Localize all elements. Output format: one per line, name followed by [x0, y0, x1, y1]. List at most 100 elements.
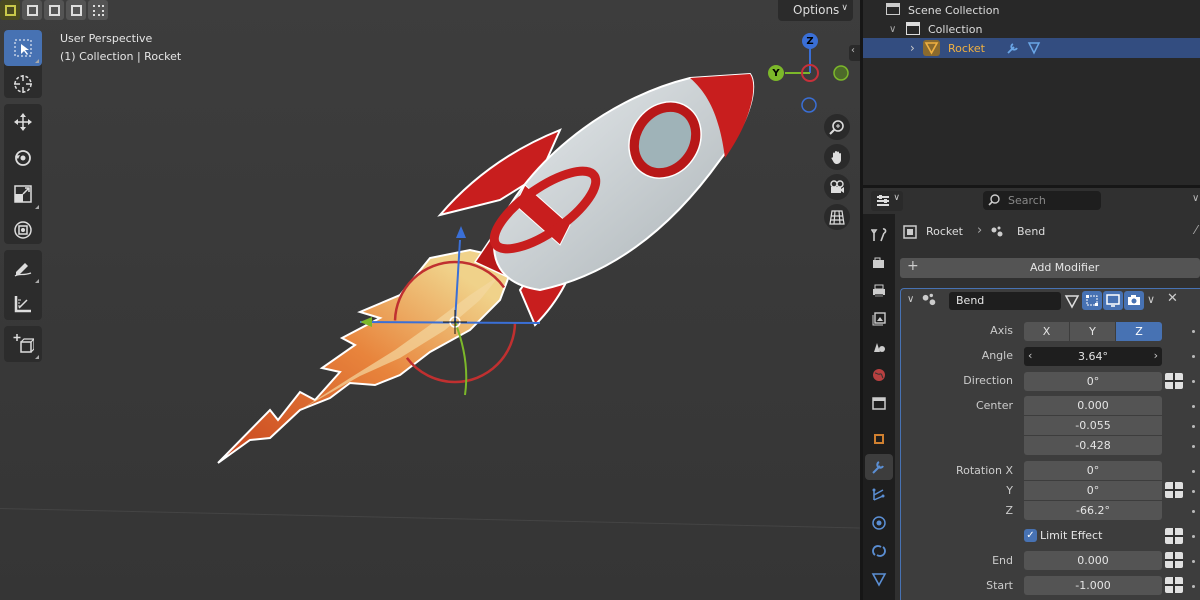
limit-effect-checkbox[interactable]: ✓ — [1024, 529, 1037, 542]
collapse-chevron-down-icon[interactable]: ∨ — [907, 294, 914, 305]
animate-dot[interactable] — [1192, 510, 1195, 513]
annotate-tool[interactable] — [4, 250, 42, 286]
measure-tool[interactable] — [4, 286, 42, 322]
mode-difference-icon[interactable] — [66, 0, 86, 20]
keyframe-toggle-icon[interactable] — [1165, 552, 1183, 568]
outliner-scene-collection-row[interactable]: Scene Collection — [863, 0, 1200, 20]
increment-chevron-right-icon[interactable]: › — [1154, 349, 1158, 362]
tab-physics[interactable] — [865, 510, 893, 536]
transform-tool[interactable] — [4, 212, 42, 248]
animate-dot[interactable] — [1192, 560, 1195, 563]
select-box-tool[interactable] — [4, 30, 42, 66]
animate-dot[interactable] — [1192, 470, 1195, 473]
modifier-bend-icon — [991, 226, 1003, 237]
mesh-data-icon[interactable] — [1027, 41, 1041, 55]
3d-viewport[interactable]: Options ∨ User Perspective (1) Collection… — [0, 0, 860, 600]
modifier-menu-chevron-icon[interactable]: ∨ — [1147, 293, 1155, 306]
search-input[interactable]: Search — [983, 191, 1101, 210]
options-dropdown[interactable]: Options ∨ — [778, 0, 853, 21]
rotation-z-field[interactable]: -66.2° — [1024, 501, 1162, 520]
scene-icon — [874, 343, 885, 352]
keyframe-toggle-icon[interactable] — [1165, 482, 1183, 498]
tab-data[interactable] — [865, 566, 893, 592]
cursor-tool[interactable] — [4, 66, 42, 102]
render-toggle[interactable] — [1124, 291, 1144, 310]
center-label: Center — [975, 399, 1013, 412]
gizmo-z-axis[interactable]: Z — [802, 33, 818, 49]
animate-dot[interactable] — [1192, 490, 1195, 493]
add-modifier-button[interactable]: + Add Modifier — [900, 258, 1200, 278]
pin-icon[interactable]: ⁄ — [1195, 223, 1197, 237]
rocket-object[interactable] — [200, 60, 780, 480]
decrement-chevron-left-icon[interactable]: ‹ — [1028, 349, 1032, 362]
keyframe-toggle-icon[interactable] — [1165, 528, 1183, 544]
animate-dot[interactable] — [1192, 330, 1195, 333]
tab-world[interactable] — [865, 362, 893, 388]
expand-chevron-down-icon[interactable]: ∨ — [889, 24, 896, 35]
tab-object[interactable] — [865, 426, 893, 452]
start-field[interactable]: -1.000 — [1024, 576, 1162, 595]
tab-collection[interactable] — [865, 390, 893, 416]
tab-particles[interactable] — [865, 482, 893, 508]
axis-z-button[interactable]: Z — [1116, 322, 1162, 341]
direction-field[interactable]: 0° — [1024, 372, 1162, 391]
animate-dot[interactable] — [1192, 405, 1195, 408]
flame-trail — [217, 248, 517, 464]
center-x-field[interactable]: 0.000 — [1024, 396, 1162, 415]
edit-cage-toggle-icon[interactable] — [1063, 292, 1081, 310]
keyframe-toggle-icon[interactable] — [1165, 373, 1183, 389]
camera-view-button[interactable] — [824, 174, 850, 200]
pan-button[interactable] — [824, 144, 850, 170]
axis-x-button[interactable]: X — [1024, 322, 1069, 341]
angle-field[interactable]: ‹ 3.64° › — [1024, 347, 1162, 366]
mode-intersect-icon[interactable] — [88, 0, 108, 20]
center-y-field[interactable]: -0.055 — [1024, 416, 1162, 435]
modifier-name-input[interactable]: Bend — [949, 292, 1061, 310]
pin-chevron-icon[interactable]: ∨ — [1192, 193, 1199, 204]
remove-modifier-close-icon[interactable]: ✕ — [1167, 291, 1178, 306]
tab-modifiers[interactable] — [865, 454, 893, 480]
rotation-x-field[interactable]: 0° — [1024, 461, 1162, 480]
tab-tool[interactable] — [865, 222, 893, 248]
add-cube-icon — [13, 334, 34, 353]
sidebar-toggle-chevron-icon[interactable]: ‹ — [849, 45, 860, 61]
end-field[interactable]: 0.000 — [1024, 551, 1162, 570]
end-label: End — [992, 554, 1013, 567]
tab-render[interactable] — [865, 250, 893, 276]
tab-scene[interactable] — [865, 334, 893, 360]
wrench-modifier-icon[interactable] — [1006, 41, 1020, 55]
tab-output[interactable] — [865, 278, 893, 304]
rotate-icon — [15, 150, 31, 166]
center-z-field[interactable]: -0.428 — [1024, 436, 1162, 455]
animate-dot[interactable] — [1192, 585, 1195, 588]
mesh-object-icon — [923, 40, 940, 56]
outliner-collection-row[interactable]: ∨ Collection — [863, 19, 1200, 39]
axis-y-button[interactable]: Y — [1070, 322, 1115, 341]
zoom-button[interactable] — [824, 114, 850, 140]
tab-constraints[interactable] — [865, 538, 893, 564]
editor-type-dropdown[interactable]: ∨ — [871, 191, 903, 211]
edit-mode-toggle[interactable] — [1082, 291, 1102, 310]
mode-extend-icon[interactable] — [22, 0, 42, 20]
animate-dot[interactable] — [1192, 535, 1195, 538]
add-cube-tool[interactable] — [4, 326, 42, 362]
animate-dot[interactable] — [1192, 355, 1195, 358]
mode-new-icon[interactable] — [0, 0, 20, 20]
particles-icon — [872, 488, 885, 501]
animate-dot[interactable] — [1192, 380, 1195, 383]
realtime-toggle[interactable] — [1103, 291, 1123, 310]
ortho-toggle-button[interactable] — [824, 204, 850, 230]
expand-chevron-right-icon[interactable]: › — [910, 41, 915, 55]
mode-subtract-icon[interactable] — [44, 0, 64, 20]
move-tool[interactable] — [4, 104, 42, 140]
tab-view-layer[interactable] — [865, 306, 893, 332]
scale-tool[interactable] — [4, 176, 42, 212]
keyframe-toggle-icon[interactable] — [1165, 577, 1183, 593]
rotate-tool[interactable] — [4, 140, 42, 176]
outliner-rocket-row[interactable]: › Rocket — [863, 38, 1200, 58]
constraint-icon — [872, 545, 886, 557]
rotation-z-label: Z — [1005, 504, 1013, 517]
animate-dot[interactable] — [1192, 425, 1195, 428]
rotation-y-field[interactable]: 0° — [1024, 481, 1162, 500]
animate-dot[interactable] — [1192, 445, 1195, 448]
